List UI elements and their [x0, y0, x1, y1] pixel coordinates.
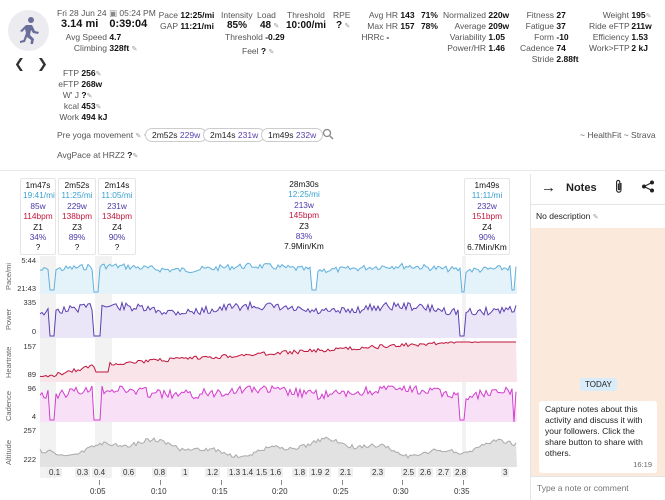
activity-charts[interactable]	[0, 0, 530, 500]
efficiency-label: Efficiency	[592, 32, 629, 42]
time-tick: 0:05	[90, 487, 106, 496]
weight-value: 195	[631, 10, 646, 20]
distance-label: 1.4	[240, 468, 256, 477]
share-icon[interactable]	[641, 180, 655, 198]
distance-label: 1.9	[309, 468, 325, 477]
distance-label: 3	[501, 468, 510, 477]
notes-title: Notes	[566, 182, 597, 194]
distance-label: 1.8	[292, 468, 308, 477]
distance-label: 1.5	[254, 468, 270, 477]
attachment-icon[interactable]	[614, 179, 624, 199]
date-badge: TODAY	[580, 378, 617, 391]
time-tick-mark	[99, 480, 100, 485]
distance-label: 1	[181, 468, 190, 477]
power-area	[40, 302, 517, 338]
note-message-time: 16:19	[633, 460, 652, 469]
efficiency-value: 1.53	[631, 32, 648, 42]
time-tick-mark	[160, 480, 161, 485]
ride-eftp-label: Ride eFTP	[589, 21, 630, 31]
collapse-notes-button[interactable]: →	[541, 179, 556, 196]
pace-area	[40, 263, 517, 294]
time-tick-mark	[281, 480, 282, 485]
time-tick: 0:25	[333, 487, 349, 496]
distance-label: 0.3	[75, 468, 91, 477]
distance-label: 2.7	[436, 468, 452, 477]
distance-label: 1.2	[205, 468, 221, 477]
note-message-text: Capture notes about this activity and di…	[545, 404, 643, 458]
edit-weight-icon[interactable]: ✎	[646, 13, 652, 20]
distance-label: 2.6	[418, 468, 434, 477]
distance-label: 0.1	[47, 468, 63, 477]
stride-value: 2.88ft	[556, 54, 579, 64]
fitness-value: 27	[556, 10, 566, 20]
edit-description-icon[interactable]: ✎	[593, 214, 599, 221]
note-input-bar	[531, 476, 665, 500]
time-tick-mark	[221, 480, 222, 485]
distance-label: 2.3	[370, 468, 386, 477]
time-tick: 0:30	[393, 487, 409, 496]
ride-eftp-value: 211w	[631, 21, 652, 31]
distance-label: 0.6	[121, 468, 137, 477]
note-message: Capture notes about this activity and di…	[539, 401, 657, 473]
notes-divider	[531, 204, 665, 205]
distance-label: 2	[323, 468, 332, 477]
weight-label: Weight	[602, 10, 629, 20]
time-tick-mark	[402, 480, 403, 485]
notes-description: No description	[536, 211, 591, 221]
distance-label: 1.6	[268, 468, 284, 477]
form-value: -10	[556, 32, 569, 42]
time-tick: 0:35	[454, 487, 470, 496]
distance-label: 2.8	[453, 468, 469, 477]
notes-panel: → Notes No description ✎ TODAY Capture n…	[530, 174, 665, 500]
distance-label: 0.8	[152, 468, 168, 477]
data-source: ~ HealthFit ~ Strava	[580, 130, 656, 140]
time-tick-mark	[463, 480, 464, 485]
distance-label: 2.1	[338, 468, 354, 477]
fatigue-value: 37	[556, 21, 566, 31]
note-input[interactable]	[537, 483, 665, 493]
work-ftp-value: 2 kJ	[631, 43, 648, 53]
work-ftp-label: Work>FTP	[589, 43, 630, 53]
time-tick: 0:15	[212, 487, 228, 496]
distance-label: 0.4	[92, 468, 108, 477]
distance-label: 2.5	[401, 468, 417, 477]
time-tick-mark	[342, 480, 343, 485]
time-tick: 0:10	[151, 487, 167, 496]
cadence-value: 74	[556, 43, 566, 53]
time-tick: 0:20	[272, 487, 288, 496]
